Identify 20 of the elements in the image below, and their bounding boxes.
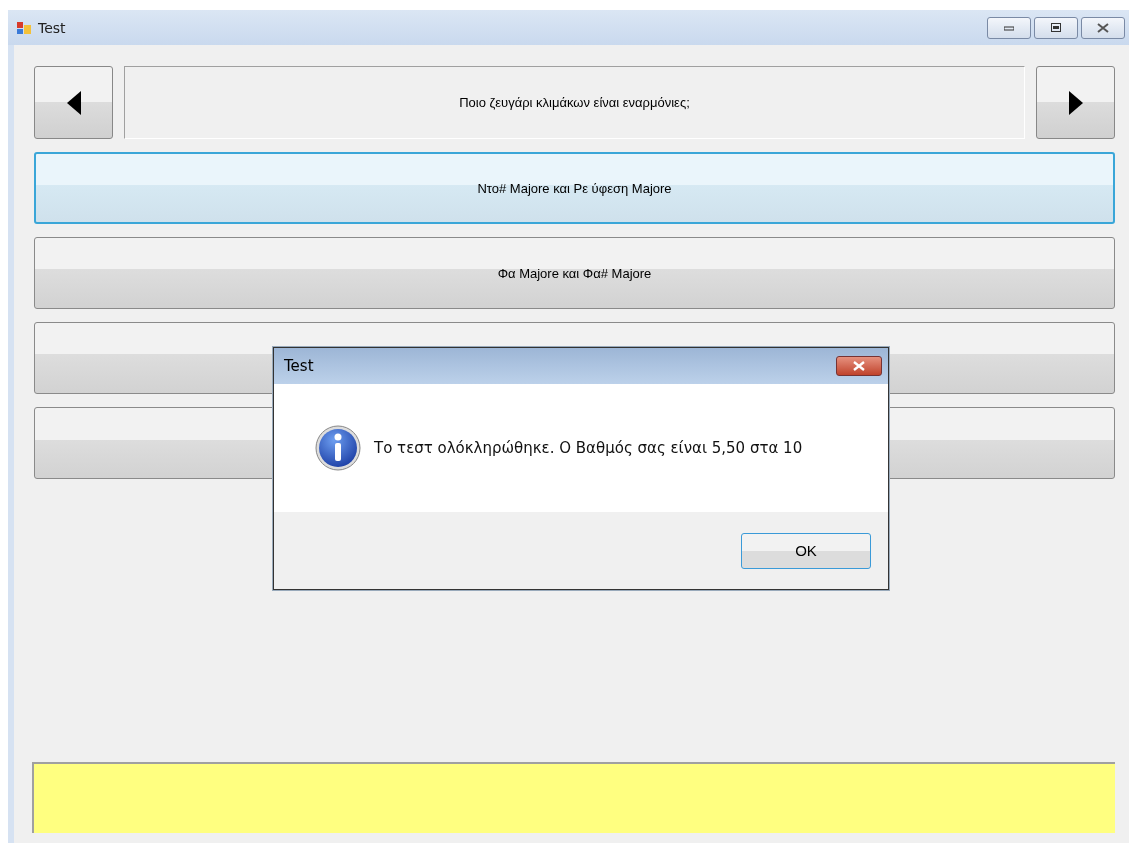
left-triangle-icon	[66, 90, 81, 115]
dialog-title: Test	[284, 357, 314, 375]
question-text: Ποιο ζευγάρι κλιμάκων είναι εναρμόνιες;	[459, 95, 690, 110]
maximize-button[interactable]	[1034, 16, 1078, 39]
close-icon	[1097, 22, 1109, 33]
right-triangle-icon	[1068, 90, 1083, 115]
info-icon	[314, 424, 362, 472]
ok-button[interactable]: OK	[741, 532, 871, 569]
close-button[interactable]	[1081, 16, 1125, 39]
close-icon	[852, 361, 866, 371]
close-button[interactable]	[836, 356, 882, 376]
next-button[interactable]	[1036, 66, 1115, 139]
minimize-icon	[1004, 24, 1014, 31]
answer-button[interactable]: Φα Majore και Φα# Majore	[34, 237, 1115, 309]
app-icon	[16, 19, 32, 36]
maximize-icon	[1051, 23, 1061, 32]
previous-button[interactable]	[34, 66, 113, 139]
dialog-message: Το τεστ ολόκληρώθηκε. Ο Βαθμός σας είναι 5,50 στα 10	[374, 439, 803, 457]
window-title: Test	[38, 19, 66, 36]
answer-button[interactable]: Ντο# Majore και Ρε ύφεση Majore	[34, 152, 1115, 224]
